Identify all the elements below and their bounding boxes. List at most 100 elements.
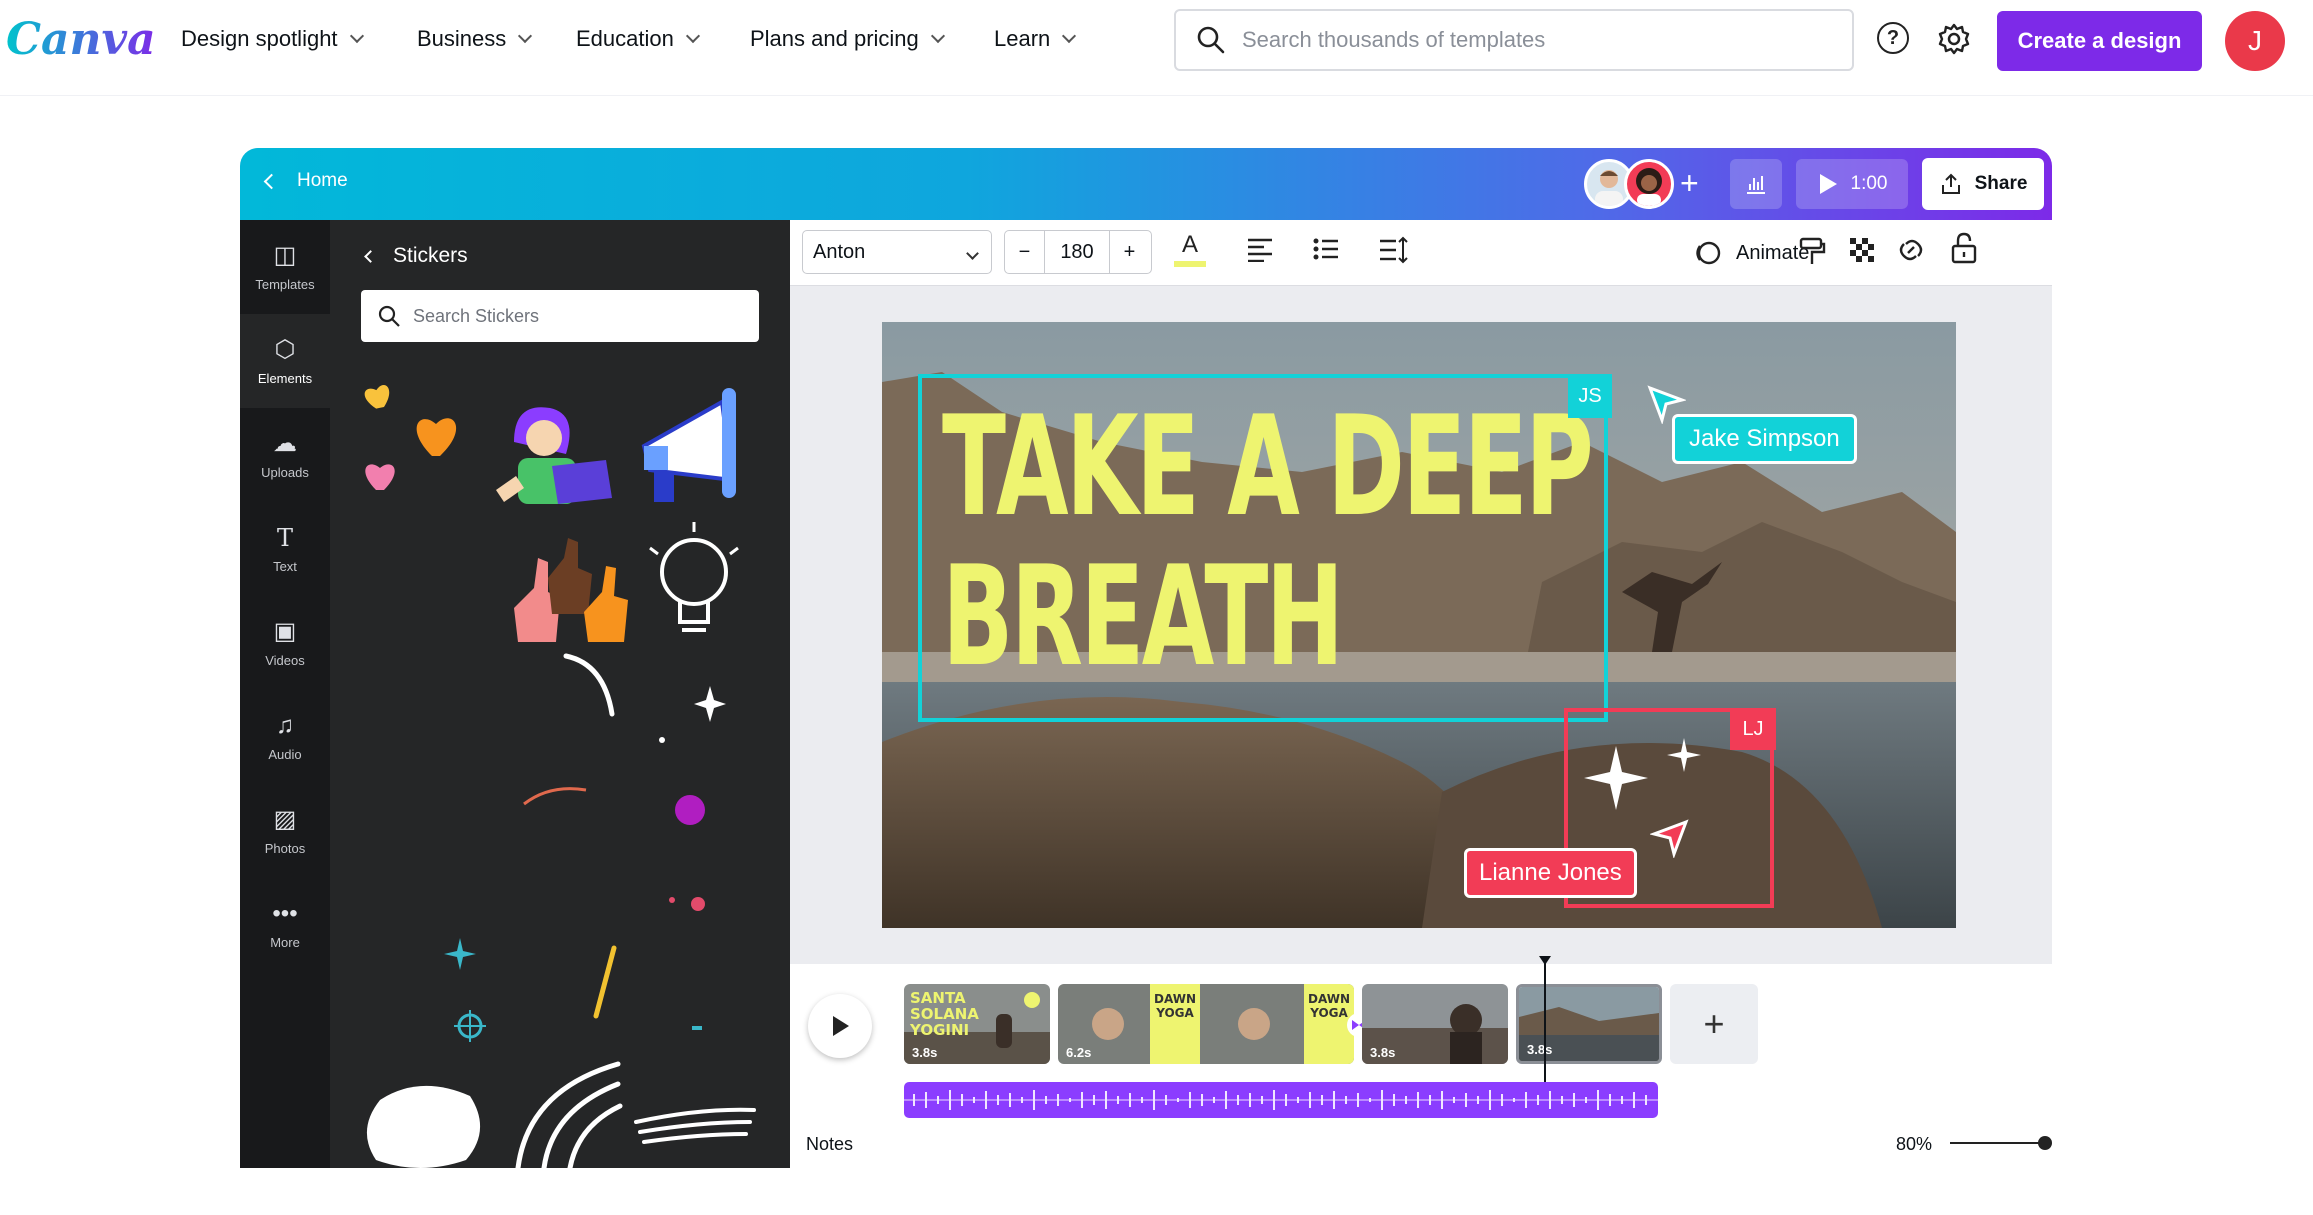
nav-business[interactable]: Business — [417, 26, 533, 52]
insights-chart-icon[interactable] — [1730, 159, 1782, 209]
zoom-level: 80% — [1896, 1134, 1933, 1154]
bullet-list-icon[interactable] — [1312, 236, 1340, 262]
rail-more[interactable]: ••• More — [240, 878, 330, 972]
collaborator-tag-js: JS — [1568, 374, 1612, 418]
stickers-back-button[interactable]: Stickers — [364, 244, 468, 268]
sticker-search-input[interactable] — [413, 305, 733, 327]
rail-photos[interactable]: ▨ Photos — [240, 784, 330, 878]
share-button[interactable]: Share — [1922, 158, 2044, 210]
play-preview-button[interactable]: 1:00 — [1796, 159, 1908, 209]
sticker-woman-laptop[interactable] — [494, 402, 624, 512]
align-left-icon[interactable] — [1246, 236, 1274, 262]
link-icon[interactable] — [1896, 236, 1926, 264]
sticker-search[interactable] — [361, 290, 759, 342]
sticker-scribble[interactable] — [630, 1098, 760, 1158]
canva-logo[interactable]: Canva — [6, 14, 156, 65]
videos-icon: ▣ — [273, 617, 297, 645]
nav-label: Education — [576, 26, 674, 51]
notes-button[interactable]: Notes — [806, 1134, 853, 1155]
sticker-swoosh[interactable] — [520, 780, 590, 810]
home-label: Home — [297, 170, 348, 191]
selection-box-jake — [918, 374, 1608, 722]
rail-text[interactable]: T Text — [240, 502, 330, 596]
nav-label: Plans and pricing — [750, 26, 919, 51]
add-page-button[interactable]: + — [1670, 984, 1758, 1064]
design-page[interactable]: TAKE A DEEP BREATH JS Jake Simpson LJ Li… — [882, 322, 1956, 928]
editor-window: Home + 1:00 Share ◫ Templates ⬡ Elements — [240, 148, 2052, 1168]
zoom-slider-knob[interactable] — [2038, 1136, 2052, 1150]
chevron-left-icon — [364, 249, 377, 263]
animate-button[interactable]: Animate — [1692, 238, 1809, 268]
decrease-font-size-button[interactable]: − — [1005, 231, 1045, 273]
sticker-thumbs-up[interactable] — [504, 538, 634, 648]
playhead[interactable] — [1544, 956, 1546, 1088]
sticker-white-rays[interactable] — [508, 1060, 628, 1168]
timeline-clip-selected[interactable]: 3.8s — [1516, 984, 1662, 1064]
search-input[interactable] — [1242, 27, 1822, 53]
add-collaborator-icon[interactable]: + — [1680, 166, 1699, 200]
stickers-panel: Stickers — [330, 220, 790, 1168]
zoom-slider-fill — [1950, 1142, 2045, 1144]
font-size-stepper: − 180 + — [1004, 230, 1152, 274]
collaborator-tag-lj: LJ — [1730, 708, 1776, 750]
line-spacing-icon[interactable] — [1378, 236, 1408, 264]
timeline-clip[interactable]: DAWN YOGA DAWN YOGA 6.2s — [1058, 984, 1354, 1064]
user-avatar[interactable]: J — [2225, 11, 2285, 71]
help-icon[interactable]: ? — [1877, 22, 1909, 54]
upload-share-icon — [1941, 173, 1960, 194]
sticker-purple-dot[interactable] — [670, 790, 710, 830]
zoom-slider[interactable] — [1950, 1136, 2052, 1150]
timeline-clip[interactable]: SANTA SOLANA YOGINI 3.8s — [904, 984, 1050, 1064]
template-search[interactable] — [1174, 9, 1854, 71]
elements-icon: ⬡ — [274, 335, 296, 363]
collaborator-avatar[interactable] — [1624, 159, 1674, 209]
audio-track[interactable] — [904, 1082, 1658, 1118]
font-family-dropdown[interactable]: Anton — [802, 230, 992, 274]
rail-audio[interactable]: ♫ Audio — [240, 690, 330, 784]
settings-gear-icon[interactable] — [1937, 22, 1971, 61]
rail-videos[interactable]: ▣ Videos — [240, 596, 330, 690]
sticker-dots[interactable] — [660, 884, 710, 924]
sticker-megaphone[interactable] — [636, 382, 762, 506]
sticker-dash[interactable] — [684, 1018, 714, 1038]
rail-templates[interactable]: ◫ Templates — [240, 220, 330, 314]
panel-title: Stickers — [393, 244, 468, 267]
sparkle-element[interactable] — [1574, 732, 1714, 822]
text-color-button[interactable]: A — [1174, 230, 1206, 267]
timeline-play-button[interactable] — [808, 994, 872, 1058]
nav-design-spotlight[interactable]: Design spotlight — [181, 26, 364, 52]
sticker-doodle-stroke[interactable] — [560, 650, 620, 720]
chevron-down-icon — [966, 247, 979, 260]
uploads-icon: ☁ — [273, 429, 297, 457]
font-size-value[interactable]: 180 — [1045, 231, 1109, 273]
sticker-star-outline[interactable] — [450, 1006, 490, 1046]
sticker-sparkles[interactable] — [650, 682, 730, 752]
playhead-handle-icon[interactable] — [1539, 956, 1551, 965]
sticker-lightbulb[interactable] — [636, 518, 756, 648]
nav-plans-and-pricing[interactable]: Plans and pricing — [750, 26, 945, 52]
nav-education[interactable]: Education — [576, 26, 700, 52]
copy-style-paint-roller-icon[interactable] — [1798, 236, 1826, 266]
rail-label: Audio — [268, 746, 302, 762]
photos-icon: ▨ — [273, 805, 297, 833]
collaborator-name-lianne: Lianne Jones — [1464, 848, 1637, 898]
home-link[interactable]: Home — [263, 170, 348, 192]
sticker-teal-sparkle[interactable] — [440, 934, 480, 974]
clip-duration: 3.8s — [1370, 1045, 1396, 1060]
timeline-clip[interactable]: 3.8s — [1362, 984, 1508, 1064]
clip-duration: 3.8s — [1527, 1042, 1553, 1057]
rail-uploads[interactable]: ☁ Uploads — [240, 408, 330, 502]
clip-title: SANTA SOLANA YOGINI — [910, 989, 979, 1039]
nav-learn[interactable]: Learn — [994, 26, 1077, 52]
increase-font-size-button[interactable]: + — [1109, 231, 1149, 273]
nav-label: Learn — [994, 26, 1051, 51]
lock-icon[interactable] — [1950, 232, 1978, 264]
sticker-hearts[interactable] — [354, 378, 484, 498]
sticker-pencil[interactable] — [584, 942, 624, 1022]
transparency-checker-icon[interactable] — [1848, 236, 1876, 264]
text-color-swatch — [1174, 261, 1206, 267]
rail-elements[interactable]: ⬡ Elements — [240, 314, 330, 408]
sticker-white-blob[interactable] — [360, 1080, 490, 1168]
clip-duration: 6.2s — [1066, 1045, 1092, 1060]
create-a-design-button[interactable]: Create a design — [1997, 11, 2202, 71]
